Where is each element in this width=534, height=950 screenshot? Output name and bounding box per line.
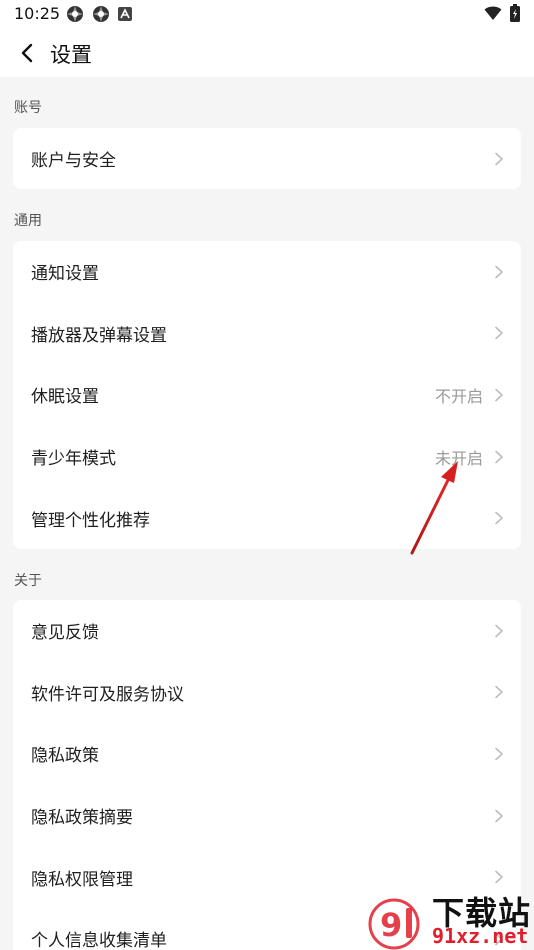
settings-row-privacy-summary[interactable]: 隐私政策摘要 <box>13 785 521 847</box>
row-label: 青少年模式 <box>31 449 116 470</box>
status-time: 10:25 <box>14 4 61 23</box>
settings-row-privacy-policy[interactable]: 隐私政策 <box>13 723 521 785</box>
settings-row-license-agreement[interactable]: 软件许可及服务协议 <box>13 662 521 724</box>
app-icon <box>93 6 109 22</box>
a-icon <box>118 7 132 21</box>
app-bar: 设置 <box>0 30 534 77</box>
row-label: 个人信息收集清单 <box>31 931 167 950</box>
watermark-text-bottom: 91xz.net <box>432 924 529 948</box>
page-title: 设置 <box>50 43 92 67</box>
chevron-right-icon <box>495 686 503 699</box>
status-bar: 10:25 <box>0 0 534 30</box>
settings-row-player-danmaku[interactable]: 播放器及弹幕设置 <box>13 303 521 365</box>
settings-row-account-security[interactable]: 账户与安全 <box>13 128 521 189</box>
chevron-right-icon <box>495 450 503 463</box>
section-header-account: 账号 <box>14 100 42 116</box>
row-label: 隐私政策摘要 <box>31 808 133 829</box>
chevron-right-icon <box>495 511 503 525</box>
chevron-right-icon <box>495 870 503 884</box>
back-button[interactable] <box>12 38 42 68</box>
battery-icon <box>510 4 520 22</box>
section-header-about: 关于 <box>14 573 42 589</box>
settings-row-personalized-recommendations[interactable]: 管理个性化推荐 <box>13 487 521 549</box>
row-value: 不开启 <box>434 386 483 406</box>
chevron-right-icon <box>495 624 503 638</box>
svg-text:9: 9 <box>380 906 402 944</box>
row-label: 意见反馈 <box>31 623 99 644</box>
chevron-right-icon <box>495 388 503 402</box>
chevron-right-icon <box>495 327 503 340</box>
row-label: 播放器及弹幕设置 <box>31 325 167 346</box>
row-label: 管理个性化推荐 <box>31 510 150 531</box>
status-icons-right <box>484 4 520 22</box>
chevron-right-icon <box>495 809 503 822</box>
status-icons-left <box>66 5 132 23</box>
row-label: 隐私权限管理 <box>31 869 133 890</box>
row-label: 软件许可及服务协议 <box>31 684 184 705</box>
chevron-right-icon <box>495 747 503 761</box>
section-header-general: 通用 <box>14 213 42 229</box>
settings-row-notifications[interactable]: 通知设置 <box>13 241 521 303</box>
row-label: 休眠设置 <box>31 387 99 408</box>
row-label: 隐私政策 <box>31 746 99 767</box>
row-label: 通知设置 <box>31 264 99 285</box>
app-icon <box>67 6 83 22</box>
row-value: 未开启 <box>434 448 483 468</box>
chevron-right-icon <box>495 152 503 165</box>
settings-row-teen-mode[interactable]: 青少年模式 未开启 <box>13 426 521 488</box>
wifi-icon <box>484 6 502 20</box>
account-card: 账户与安全 <box>13 128 521 189</box>
chevron-right-icon <box>495 265 503 279</box>
chevron-left-icon <box>21 43 33 63</box>
general-card: 通知设置 播放器及弹幕设置 休眠设置 不开启 青少年模式 未开启 管理个性化推荐 <box>13 241 521 549</box>
row-label: 账户与安全 <box>31 151 116 171</box>
settings-row-sleep[interactable]: 休眠设置 不开启 <box>13 364 521 426</box>
settings-row-feedback[interactable]: 意见反馈 <box>13 600 521 662</box>
